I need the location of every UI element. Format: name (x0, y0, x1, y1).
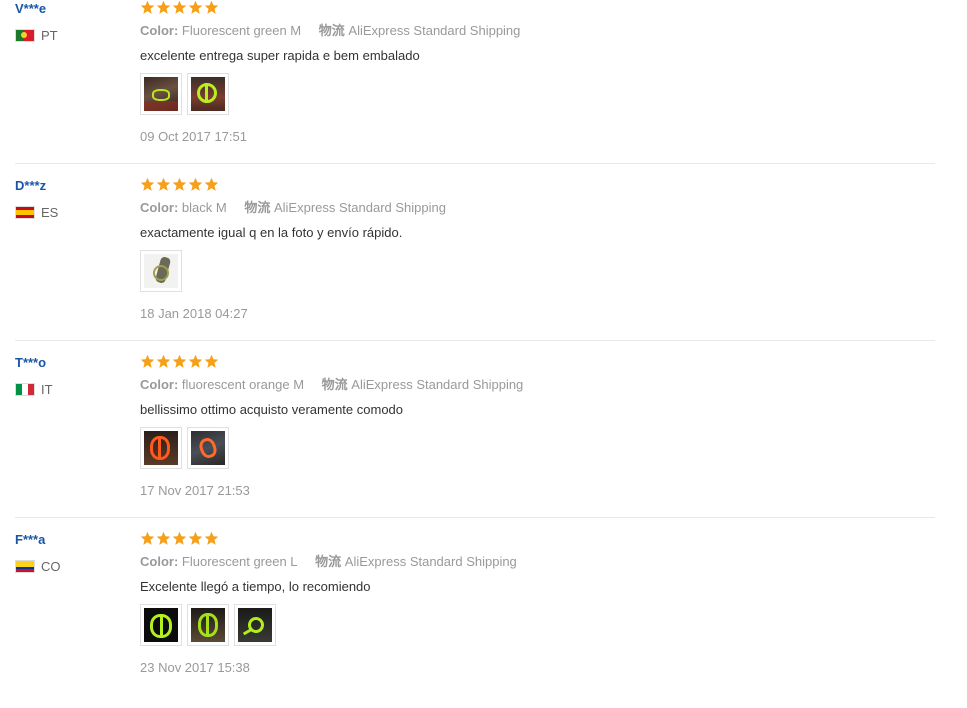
star-icon (156, 531, 171, 545)
review-photos (140, 250, 920, 292)
reviewer-info: V***e PT (15, 0, 135, 43)
reviewer-name[interactable]: T***o (15, 355, 135, 371)
review-text: Excelente llegó a tiempo, lo recomiendo (140, 579, 371, 594)
star-icon (188, 0, 203, 14)
spain-flag-icon (15, 206, 35, 219)
color-label: Color: (140, 23, 179, 38)
reviewer-name[interactable]: D***z (15, 178, 135, 194)
reviewer-name[interactable]: V***e (15, 1, 135, 17)
review-content: Color: Fluorescent green L 物流 AliExpress… (140, 531, 920, 676)
star-icon (204, 354, 219, 368)
review-item: V***e PT Color: Fluorescent green M 物流 A… (0, 0, 935, 177)
review-text: excelente entrega super rapida e bem emb… (140, 48, 420, 63)
country-code: PT (41, 28, 58, 43)
review-photos (140, 604, 920, 646)
order-info: Color: fluorescent orange M 物流 AliExpres… (140, 377, 920, 393)
star-icon (140, 177, 155, 191)
star-rating (140, 0, 920, 17)
review-date: 18 Jan 2018 04:27 (140, 306, 248, 321)
star-icon (140, 0, 155, 14)
review-date: 23 Nov 2017 15:38 (140, 660, 250, 675)
review-photo[interactable] (187, 427, 229, 469)
star-icon (172, 177, 187, 191)
order-info: Color: black M 物流 AliExpress Standard Sh… (140, 200, 920, 216)
shipping-value: AliExpress Standard Shipping (348, 23, 521, 38)
portugal-flag-icon (15, 29, 35, 42)
star-icon (204, 0, 219, 14)
review-item: T***o IT Color: fluorescent orange M 物流 … (0, 354, 935, 531)
reviewer-country: PT (15, 28, 135, 43)
color-value: black M (181, 200, 227, 215)
review-photos (140, 73, 920, 115)
country-code: CO (41, 559, 61, 574)
review-photo[interactable] (187, 73, 229, 115)
reviewer-country: CO (15, 559, 135, 574)
star-rating (140, 531, 920, 548)
review-photo[interactable] (140, 73, 182, 115)
review-item: F***a CO Color: Fluorescent green L 物流 A… (0, 531, 935, 708)
star-icon (156, 354, 171, 368)
reviewer-country: IT (15, 382, 135, 397)
color-value: Fluorescent green M (181, 23, 302, 38)
star-icon (156, 177, 171, 191)
star-icon (140, 531, 155, 545)
reviewer-info: T***o IT (15, 354, 135, 397)
star-icon (172, 0, 187, 14)
star-icon (172, 354, 187, 368)
shipping-label: 物流 (318, 23, 345, 38)
shipping-label: 物流 (315, 554, 342, 569)
italy-flag-icon (15, 383, 35, 396)
shipping-label: 物流 (321, 377, 348, 392)
star-icon (156, 0, 171, 14)
color-label: Color: (140, 554, 179, 569)
color-label: Color: (140, 200, 179, 215)
review-photo[interactable] (140, 250, 182, 292)
review-content: Color: Fluorescent green M 物流 AliExpress… (140, 0, 920, 145)
review-divider (15, 163, 935, 164)
shipping-value: AliExpress Standard Shipping (351, 377, 524, 392)
star-icon (172, 531, 187, 545)
color-value: Fluorescent green L (181, 554, 298, 569)
review-divider (15, 340, 935, 341)
review-text: bellissimo ottimo acquisto veramente com… (140, 402, 404, 417)
review-photo[interactable] (140, 427, 182, 469)
colombia-flag-icon (15, 560, 35, 573)
reviewer-name[interactable]: F***a (15, 532, 135, 548)
review-photo[interactable] (187, 604, 229, 646)
country-code: IT (41, 382, 53, 397)
review-text: exactamente igual q en la foto y envío r… (140, 225, 403, 240)
review-photo[interactable] (140, 604, 182, 646)
shipping-value: AliExpress Standard Shipping (273, 200, 446, 215)
star-icon (188, 354, 203, 368)
review-date: 17 Nov 2017 21:53 (140, 483, 250, 498)
shipping-label: 物流 (244, 200, 271, 215)
color-label: Color: (140, 377, 179, 392)
shipping-value: AliExpress Standard Shipping (344, 554, 517, 569)
review-content: Color: fluorescent orange M 物流 AliExpres… (140, 354, 920, 499)
review-photos (140, 427, 920, 469)
review-content: Color: black M 物流 AliExpress Standard Sh… (140, 177, 920, 322)
reviewer-country: ES (15, 205, 135, 220)
star-rating (140, 177, 920, 194)
star-icon (204, 177, 219, 191)
country-code: ES (41, 205, 59, 220)
review-item: D***z ES Color: black M 物流 AliExpress St… (0, 177, 935, 354)
review-divider (15, 517, 935, 518)
review-date: 09 Oct 2017 17:51 (140, 129, 247, 144)
order-info: Color: Fluorescent green L 物流 AliExpress… (140, 554, 920, 570)
star-icon (140, 354, 155, 368)
color-value: fluorescent orange M (181, 377, 305, 392)
order-info: Color: Fluorescent green M 物流 AliExpress… (140, 23, 920, 39)
star-icon (188, 531, 203, 545)
review-photo[interactable] (234, 604, 276, 646)
star-icon (204, 531, 219, 545)
star-icon (188, 177, 203, 191)
reviewer-info: F***a CO (15, 531, 135, 574)
star-rating (140, 354, 920, 371)
reviewer-info: D***z ES (15, 177, 135, 220)
